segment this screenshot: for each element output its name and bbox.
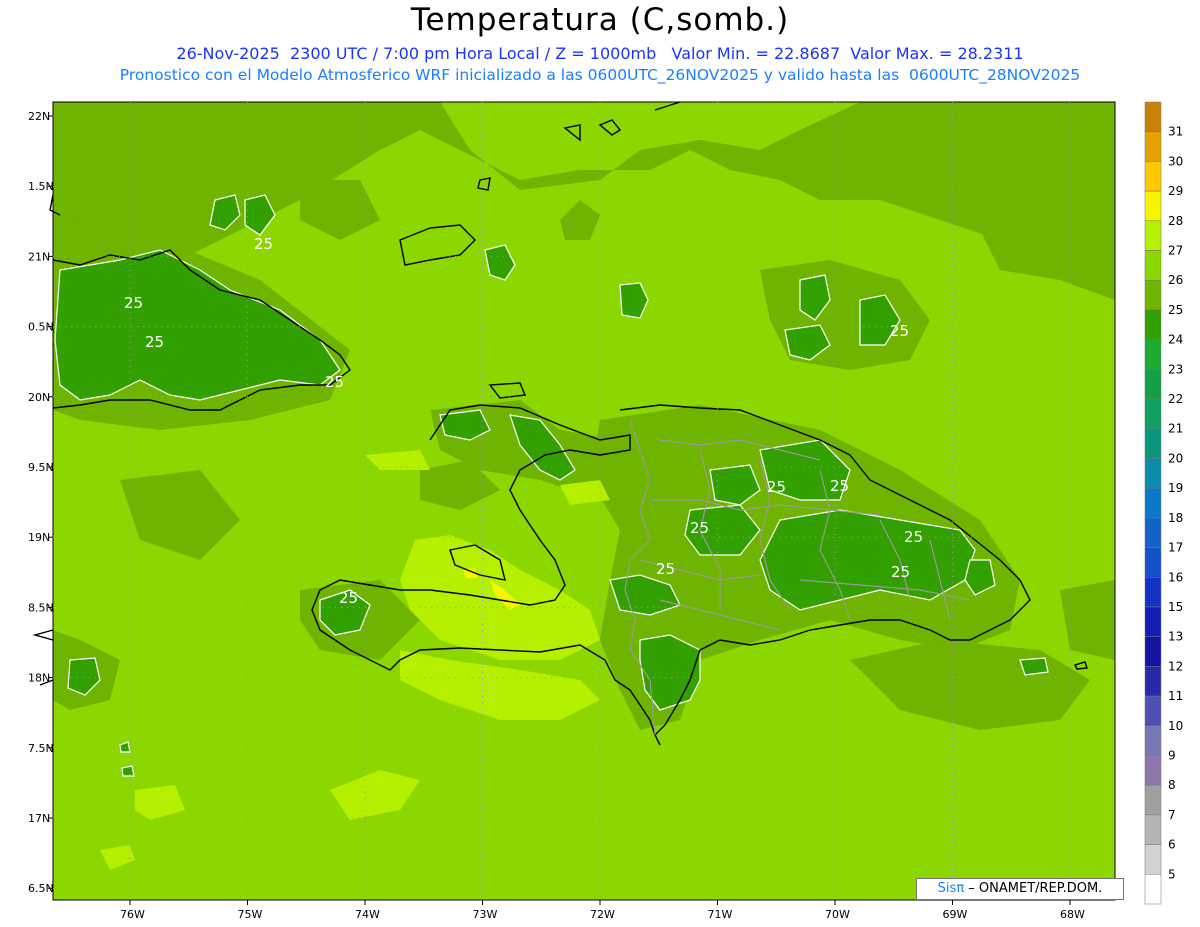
colorbar-swatch (1144, 131, 1162, 162)
colorbar-level-label: 17 (1168, 541, 1183, 555)
colorbar-swatch (1144, 309, 1162, 340)
colorbar-level-label: 22 (1168, 392, 1183, 406)
contour-label: 25 (254, 235, 273, 253)
colorbar-level-label: 15 (1168, 600, 1183, 614)
colorbar-swatch (1144, 814, 1162, 845)
contour-label: 25 (124, 294, 143, 312)
contour-label: 25 (145, 333, 164, 351)
colorbar: 31 30 29 28 27 26 25 24 23 22 21 20 19 18 17 16 15 13 12 11… (1144, 101, 1183, 905)
lon-tick-label: 68W (1060, 908, 1085, 921)
colorbar-level-label: 23 (1168, 362, 1183, 376)
colorbar-swatch (1144, 874, 1162, 905)
colorbar-swatch (1144, 250, 1162, 281)
latitude-labels: 22N1.5N21N0.5N20N9.5N19N8.5N18N7.5N17N6.… (28, 110, 54, 895)
lon-tick-label: 76W (120, 908, 145, 921)
lat-tick-label: 18N (28, 672, 50, 685)
colorbar-swatch (1144, 487, 1162, 519)
lon-tick-label: 71W (708, 908, 733, 921)
colorbar-level-label: 8 (1168, 778, 1176, 792)
colorbar-swatch (1144, 577, 1162, 608)
colorbar-swatch (1144, 369, 1162, 400)
contour-label: 25 (339, 589, 358, 607)
colorbar-level-label: 24 (1168, 333, 1183, 347)
colorbar-swatch (1144, 666, 1162, 697)
colorbar-level-label: 18 (1168, 511, 1183, 525)
colorbar-level-label: 10 (1168, 719, 1183, 733)
colorbar-level-label: 19 (1168, 481, 1183, 495)
colorbar-swatch (1144, 339, 1162, 370)
colorbar-swatch (1144, 101, 1162, 132)
colorbar-level-label: 27 (1168, 244, 1183, 258)
colorbar-swatch (1144, 695, 1162, 727)
contour-label: 25 (656, 560, 675, 578)
lon-tick-label: 70W (825, 908, 850, 921)
colorbar-level-label: 31 (1168, 125, 1183, 139)
colorbar-level-label: 25 (1168, 303, 1183, 317)
longitude-labels: 76W 75W 74W 73W 72W 71W 70W 69W 68W (120, 900, 1085, 921)
lat-tick-label: 19N (28, 531, 50, 544)
colorbar-swatch (1144, 190, 1162, 222)
colorbar-swatch (1144, 220, 1162, 251)
colorbar-swatch (1144, 784, 1162, 816)
colorbar-level-label: 7 (1168, 808, 1176, 822)
lat-tick-label: 17N (28, 812, 50, 825)
colorbar-level-label: 28 (1168, 214, 1183, 228)
colorbar-level-label: 13 (1168, 630, 1183, 644)
lon-tick-label: 73W (473, 908, 498, 921)
contour-label: 25 (830, 477, 849, 495)
lon-tick-label: 69W (943, 908, 968, 921)
contour-label: 25 (891, 563, 910, 581)
contour-label: 25 (690, 519, 709, 537)
colorbar-swatch (1144, 458, 1162, 489)
contour-label: 25 (325, 373, 344, 391)
colorbar-swatch (1144, 398, 1162, 429)
colorbar-level-label: 6 (1168, 838, 1176, 852)
colorbar-swatch (1144, 636, 1162, 667)
credit-org: – ONAMET/REP.DOM. (968, 881, 1103, 896)
temperature-map: 25 25 25 25 25 25 25 25 25 25 25 25 22N1… (28, 101, 1183, 921)
colorbar-swatch (1144, 161, 1162, 192)
colorbar-level-label: 30 (1168, 154, 1183, 168)
lon-tick-label: 72W (590, 908, 615, 921)
pi-symbol: π (956, 881, 965, 896)
contour-label: 25 (904, 528, 923, 546)
colorbar-swatch (1144, 547, 1162, 578)
lon-tick-label: 74W (355, 908, 380, 921)
colorbar-level-label: 29 (1168, 184, 1183, 198)
sispi-logo-text: Sis (937, 881, 957, 896)
map-panel: 25 25 25 25 25 25 25 25 25 25 25 25 (32, 101, 1116, 901)
colorbar-level-label: 20 (1168, 451, 1183, 465)
colorbar-swatch (1144, 755, 1162, 786)
colorbar-level-label: 16 (1168, 570, 1183, 584)
colorbar-level-label: 5 (1168, 867, 1176, 881)
colorbar-swatch (1144, 844, 1162, 875)
colorbar-swatch (1144, 428, 1162, 459)
credit-box: Sisπ – ONAMET/REP.DOM. (916, 878, 1124, 900)
colorbar-swatch (1144, 517, 1162, 548)
lat-tick-label: 21N (28, 250, 50, 263)
lon-tick-label: 75W (238, 908, 263, 921)
colorbar-level-label: 21 (1168, 422, 1183, 436)
colorbar-swatch (1144, 279, 1162, 311)
colorbar-swatch (1144, 606, 1162, 637)
lat-tick-label: 20N (28, 391, 50, 404)
colorbar-swatch (1144, 725, 1162, 756)
contour-label: 25 (767, 478, 786, 496)
colorbar-level-label: 9 (1168, 748, 1176, 762)
contour-label: 25 (890, 322, 909, 340)
colorbar-level-label: 11 (1168, 689, 1183, 703)
colorbar-level-label: 26 (1168, 273, 1183, 287)
lat-tick-label: 22N (28, 110, 50, 123)
colorbar-level-label: 12 (1168, 659, 1183, 673)
